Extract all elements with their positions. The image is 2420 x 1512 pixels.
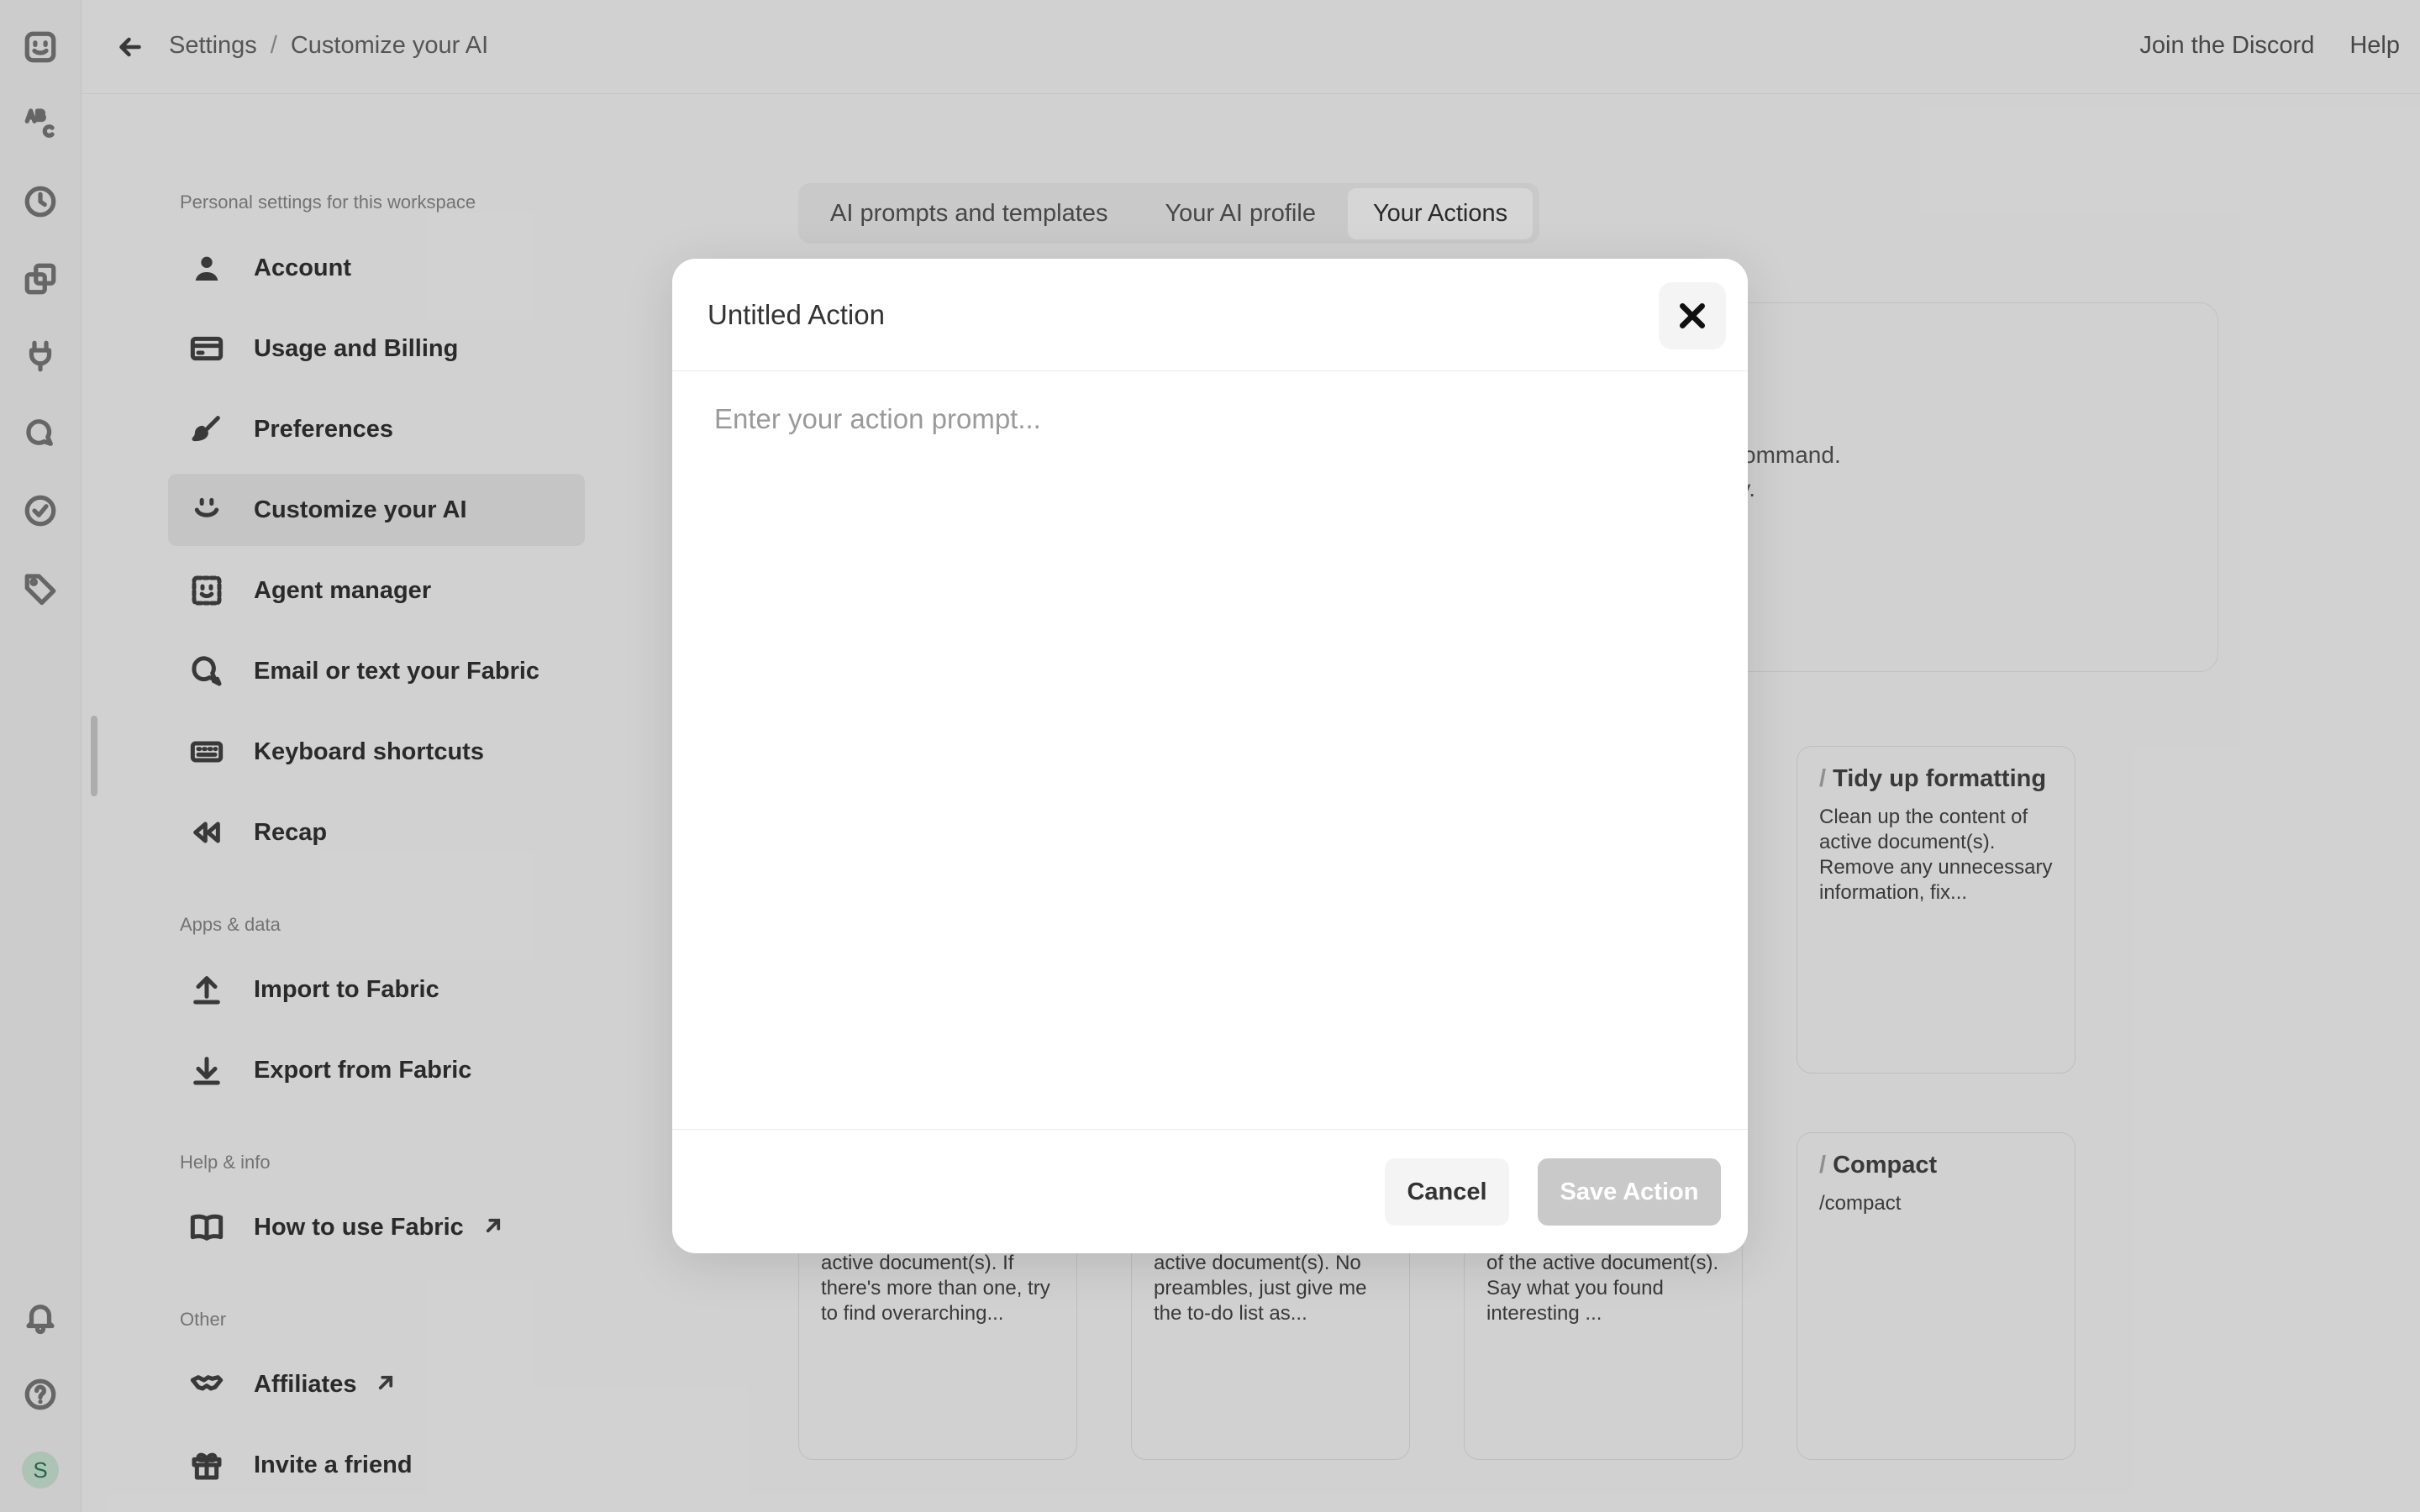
close-icon — [1680, 303, 1705, 328]
action-prompt-input[interactable] — [714, 403, 1706, 1117]
action-editor-modal: Untitled Action Cancel Save Action — [672, 259, 1748, 1253]
modal-title[interactable]: Untitled Action — [708, 299, 885, 331]
modal-header: Untitled Action — [672, 259, 1748, 371]
close-button[interactable] — [1659, 282, 1726, 349]
cancel-button[interactable]: Cancel — [1385, 1158, 1509, 1226]
save-action-button[interactable]: Save Action — [1538, 1158, 1721, 1226]
